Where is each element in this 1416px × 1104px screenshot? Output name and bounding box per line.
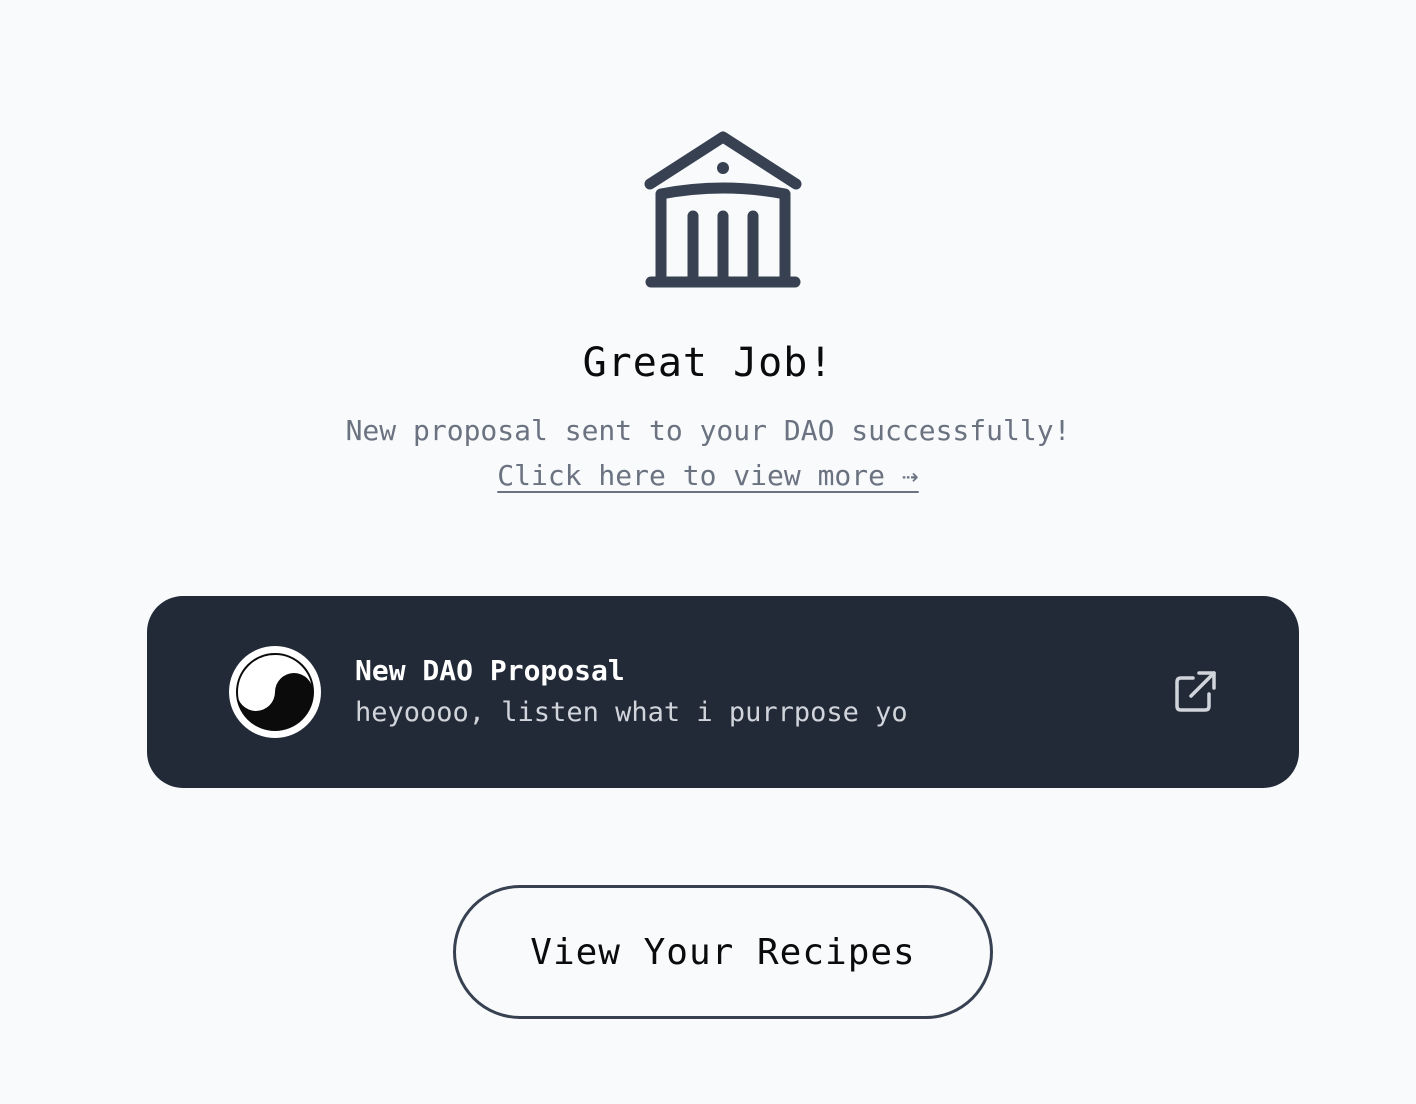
yin-yang-avatar (229, 646, 321, 738)
proposal-card: New DAO Proposal heyoooo, listen what i … (147, 596, 1299, 788)
proposal-description: heyoooo, listen what i purrpose yo (355, 697, 908, 728)
success-message: New proposal sent to your DAO successful… (345, 414, 1071, 447)
view-recipes-button[interactable]: View Your Recipes (453, 885, 993, 1019)
view-more-link[interactable]: Click here to view more ⇢ (497, 459, 918, 492)
external-link-icon[interactable] (1171, 668, 1219, 716)
view-more-row: Click here to view more ⇢ (0, 459, 1416, 492)
bank-icon (644, 131, 802, 288)
success-page: Great Job! New proposal sent to your DAO… (0, 0, 1416, 1104)
proposal-title: New DAO Proposal (355, 654, 625, 687)
page-title: Great Job! (582, 340, 834, 386)
